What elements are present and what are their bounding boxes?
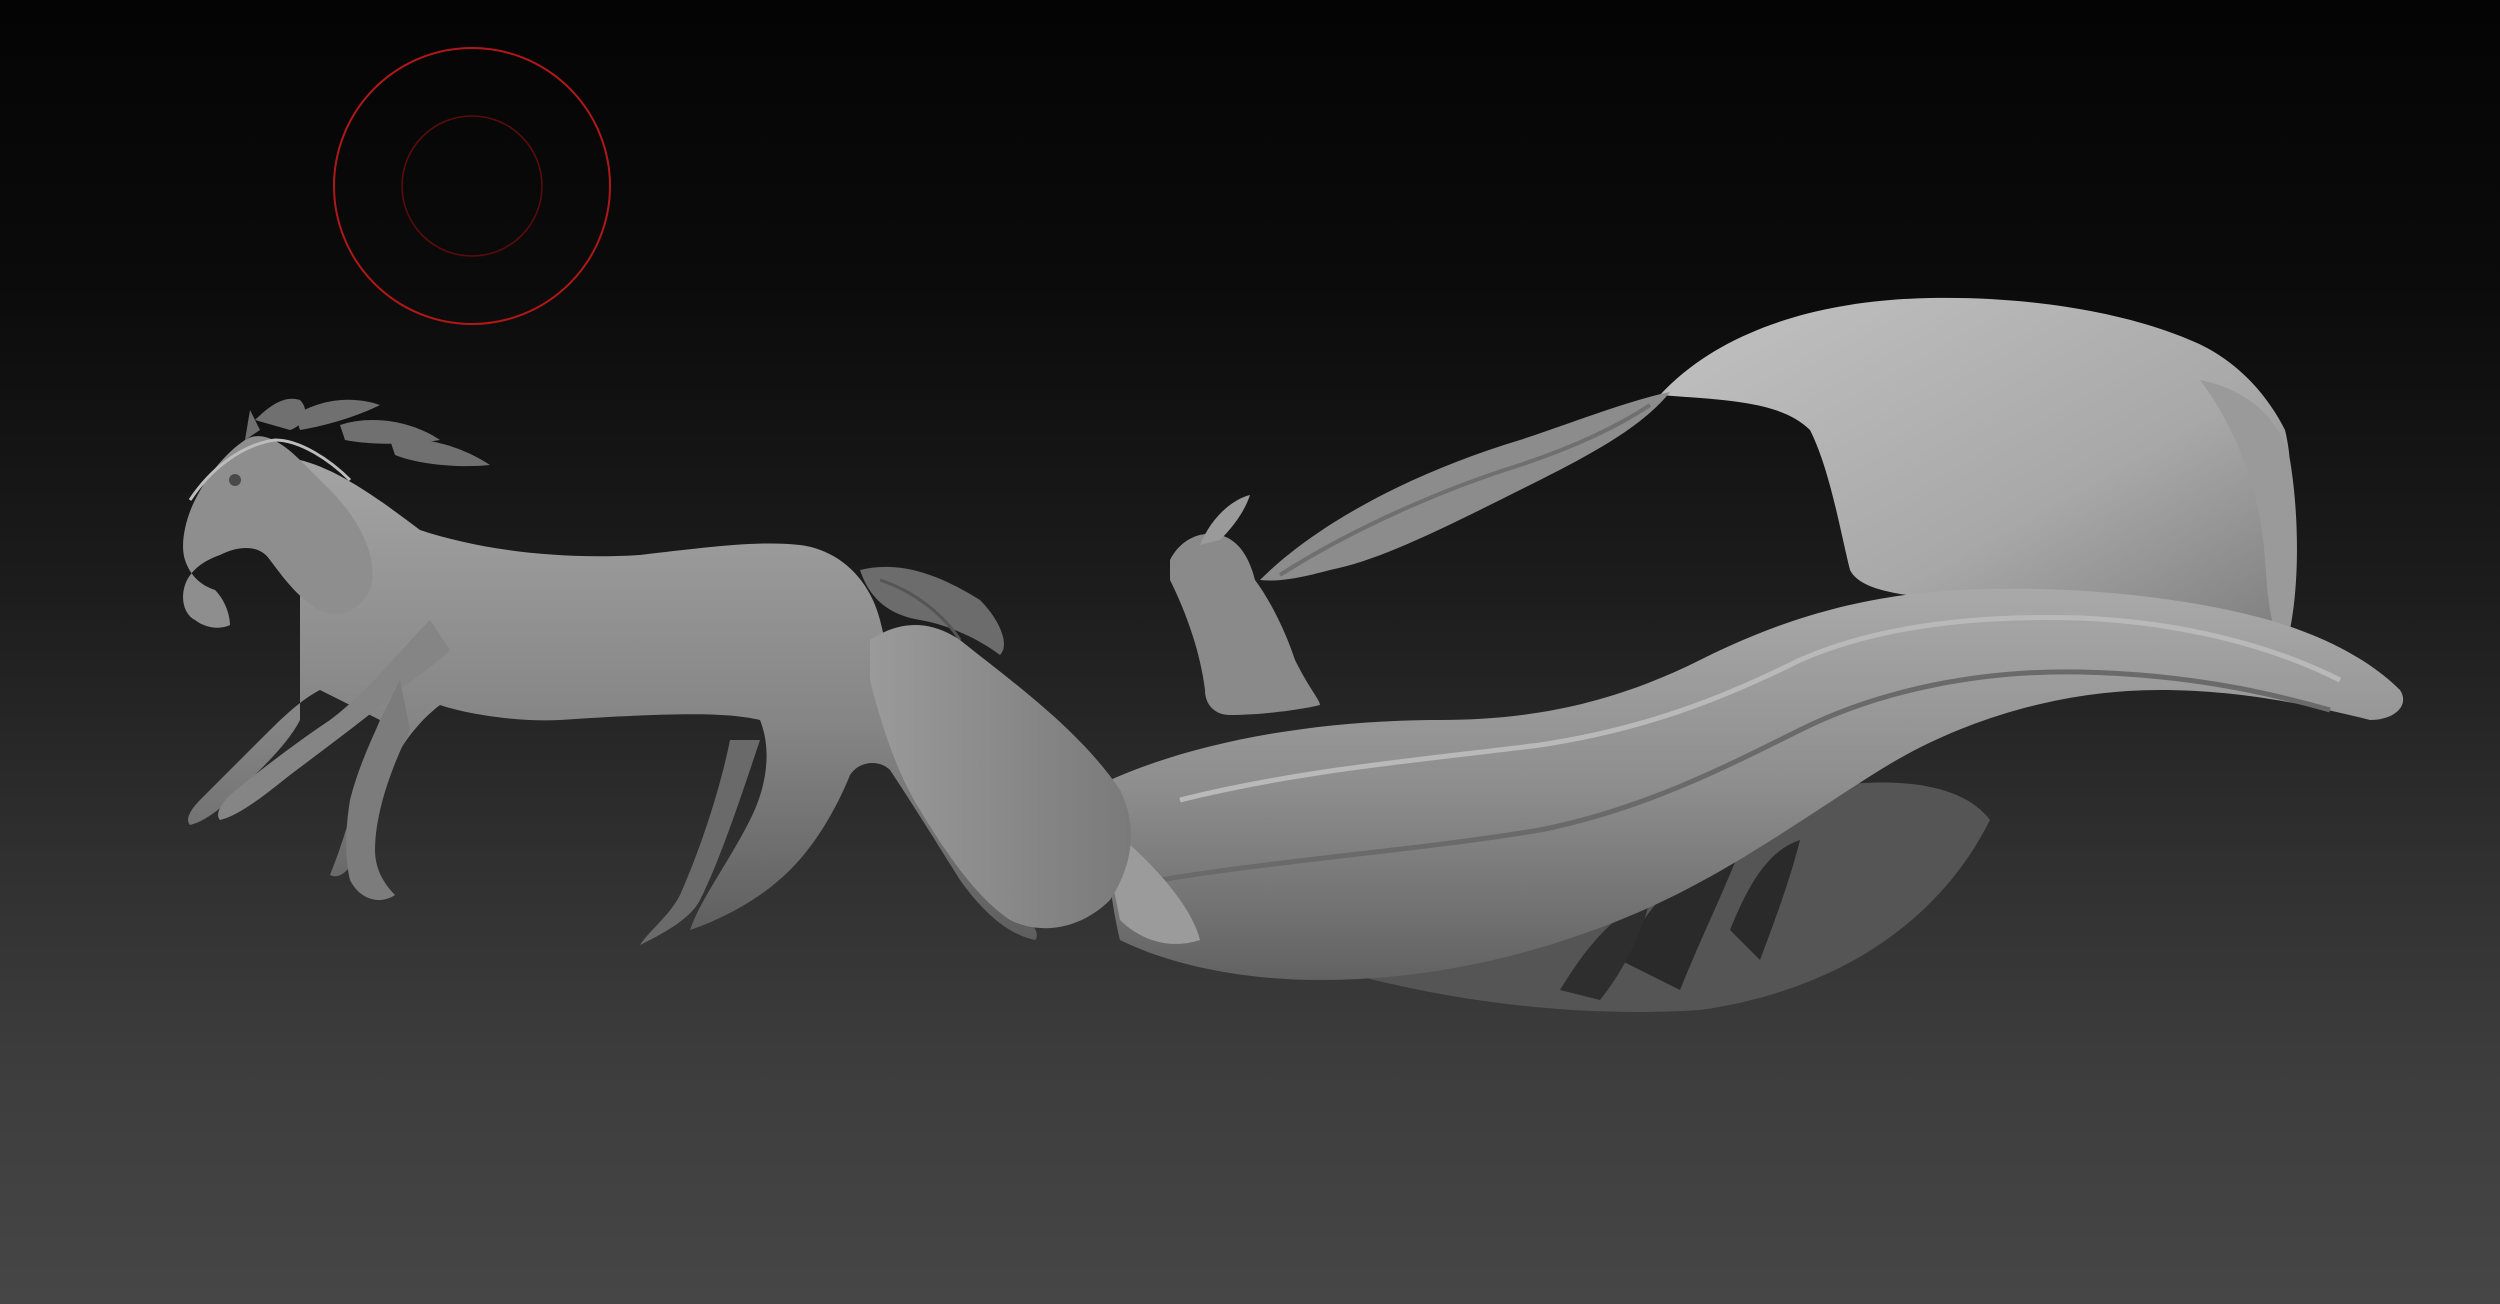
sleigh-hull [870,625,1131,929]
sculpt-viewport[interactable] [0,0,2500,1304]
sculpted-mesh-icon[interactable] [0,0,2500,1304]
rider [1170,495,1320,715]
